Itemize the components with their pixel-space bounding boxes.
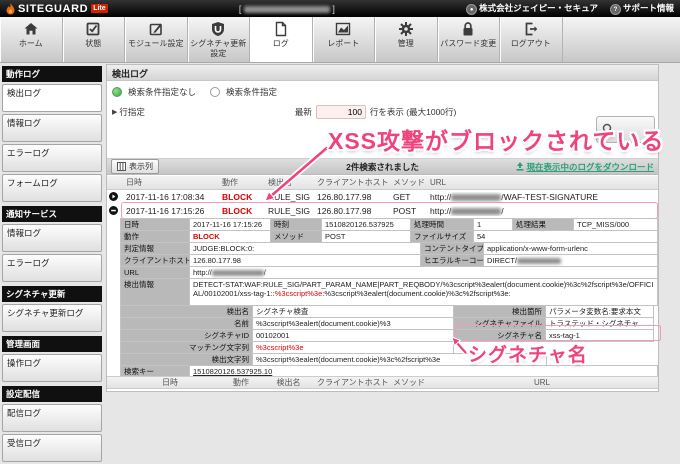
tab-home[interactable]: ホーム (0, 17, 63, 62)
tab-admin[interactable]: 管理 (375, 17, 438, 62)
row-spec-label: 行指定 (119, 106, 145, 118)
latest-label: 最新 (295, 106, 312, 118)
support-info-link[interactable]: ?サポート情報 (610, 2, 674, 16)
rows-suffix-label: 行を表示 (最大1000行) (370, 106, 456, 118)
expand-row-icon[interactable] (109, 192, 118, 201)
table-header-row: 日時 動作 検出名 クライアントホスト メソッド URL (107, 176, 658, 190)
radio-no-search-condition-label: 検索条件指定なし (128, 86, 196, 98)
radio-search-condition-label: 検索条件指定 (226, 86, 277, 98)
sidebar-item-detection-log[interactable]: 検出ログ (2, 84, 102, 112)
sidebar-section-signature-update: シグネチャ更新 (2, 286, 102, 302)
tab-report[interactable]: レポート (313, 17, 376, 62)
tab-module-settings[interactable]: モジュール設定 (125, 17, 188, 62)
log-sidebar: 動作ログ 検出ログ 情報ログ エラーログ フォームログ 通知サービス 情報ログ … (2, 66, 102, 464)
rows-count-input[interactable] (316, 105, 366, 119)
top-bar: SITEGUARD Lite [ ] ●株式会社ジェイピー・セキュア ?サポート… (0, 0, 680, 17)
table-row-selected[interactable]: 2017-11-16 17:15:26 BLOCK RULE_SIG 126.8… (107, 204, 658, 218)
signature-update-icon (210, 21, 226, 38)
table-toolbar: 2件検索されました 表示列 現在表示中のログをダウンロード (107, 158, 658, 175)
sidebar-item-signature-update-log[interactable]: シグネチャ更新ログ (2, 304, 102, 332)
main-nav: ホーム 状態 モジュール設定 シグネチャ更新設定 ログ レポート 管理 パスワー… (0, 17, 680, 63)
page-title: 検出ログ (107, 65, 658, 81)
signature-name-value: xss-tag-1 (545, 329, 654, 342)
sidebar-item-notify-error-log[interactable]: エラーログ (2, 254, 102, 282)
tab-signature-update-settings[interactable]: シグネチャ更新設定 (188, 17, 251, 62)
flame-icon (6, 3, 15, 15)
logout-icon (523, 21, 539, 38)
table-row[interactable]: 2017-11-16 17:08:34 BLOCK RULE_SIG 126.8… (107, 190, 658, 204)
detection-log-panel: 検出ログ 検索条件指定なし 検索条件指定 ▶ 行指定 最新 行を表示 (最大10… (106, 64, 659, 392)
blurred-host (451, 208, 501, 215)
sidebar-item-info-log[interactable]: 情報ログ (2, 114, 102, 142)
expand-caret-icon[interactable]: ▶ (112, 108, 117, 116)
matched-string-highlight: %3cscript%3e (275, 289, 323, 298)
logo-text: SITEGUARD (18, 3, 88, 15)
blurred-host (451, 194, 501, 201)
blurred-server-name (244, 6, 330, 13)
siteguard-logo: SITEGUARD Lite (6, 3, 108, 15)
detection-log-table: 日時 動作 検出名 クライアントホスト メソッド URL 2017-11-16 … (107, 176, 658, 218)
module-settings-icon (148, 21, 164, 38)
sidebar-section-config-delivery: 設定配信 (2, 386, 102, 402)
company-link[interactable]: ●株式会社ジェイピー・セキュア (466, 2, 598, 16)
action-block: BLOCK (218, 192, 264, 202)
sidebar-item-operation-log[interactable]: 操作ログ (2, 354, 102, 382)
tab-log[interactable]: ログ (250, 17, 313, 62)
download-icon (516, 162, 524, 171)
globe-icon: ● (466, 4, 477, 15)
lite-badge: Lite (91, 4, 107, 13)
blurred-hierarchy (517, 258, 561, 264)
collapse-row-icon[interactable] (109, 206, 118, 215)
report-chart-icon (335, 21, 351, 38)
home-icon (23, 21, 39, 38)
row-url: http:/// (426, 206, 658, 216)
log-file-icon (273, 21, 289, 38)
display-columns-button[interactable]: 表示列 (111, 159, 159, 174)
radio-no-search-condition[interactable] (112, 87, 122, 97)
sidebar-section-operation-log: 動作ログ (2, 66, 102, 82)
log-detail-panel: 日時 2017-11-16 17:15:26 時刻 1510820126.537… (121, 219, 658, 378)
question-icon: ? (610, 4, 621, 15)
status-check-icon (85, 21, 101, 38)
search-button[interactable] (596, 116, 655, 143)
sidebar-section-admin-screen: 管理画面 (2, 336, 102, 352)
magnifier-icon (601, 122, 615, 136)
sidebar-item-form-log[interactable]: フォームログ (2, 174, 102, 202)
action-block: BLOCK (218, 206, 264, 216)
blurred-url-host (212, 270, 264, 276)
sidebar-item-error-log[interactable]: エラーログ (2, 144, 102, 172)
download-log-link[interactable]: 現在表示中のログをダウンロード (516, 161, 654, 173)
radio-search-condition[interactable] (210, 87, 220, 97)
detect-info-value: DETECT-STAT:WAF:RULE_SIG/PART_PARAM_NAME… (189, 278, 658, 306)
tab-status[interactable]: 状態 (63, 17, 126, 62)
server-name: [ ] (108, 4, 467, 14)
admin-gear-icon (398, 21, 414, 38)
tab-logout[interactable]: ログアウト (500, 17, 563, 62)
search-key-link[interactable]: 1510820126.537925.10 (193, 367, 272, 376)
row-url: http:///WAF-TEST-SIGNATURE (426, 192, 658, 202)
table-footer-header: 日時 動作 検出名 クライアントホスト メソッド URL (107, 376, 658, 389)
password-lock-icon (460, 21, 476, 38)
columns-grid-icon (117, 162, 126, 171)
sidebar-section-notification: 通知サービス (2, 206, 102, 222)
sidebar-item-receive-log[interactable]: 受信ログ (2, 434, 102, 462)
sidebar-item-delivery-log[interactable]: 配信ログ (2, 404, 102, 432)
sidebar-item-notify-info-log[interactable]: 情報ログ (2, 224, 102, 252)
tab-password-change[interactable]: パスワード変更 (438, 17, 501, 62)
